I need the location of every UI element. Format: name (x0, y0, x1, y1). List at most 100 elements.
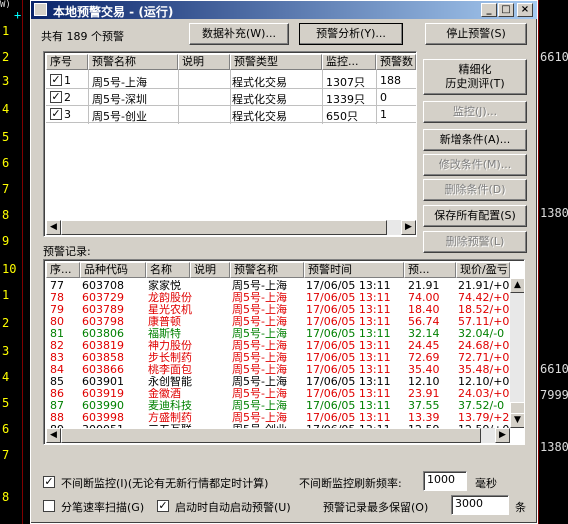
record-name: 方盛制药 (148, 412, 192, 424)
col-header-type[interactable]: 预警类型 (230, 54, 322, 70)
rec-col-current[interactable]: 现价/盈亏 (456, 262, 510, 278)
record-code: 603901 (82, 376, 124, 388)
table-row[interactable]: 84 603866 桃李面包 周5号-上海 17/06/05 13:11 35.40 35.… (46, 364, 509, 376)
enable-checkbox[interactable]: ✓ (50, 91, 62, 103)
record-alert: 周5号-上海 (232, 352, 287, 364)
rec-col-no[interactable]: 序... (46, 262, 80, 278)
table-row[interactable]: 88 603998 方盛制药 周5号-上海 17/06/05 13:11 13.39 13.… (46, 412, 509, 424)
scroll-right-icon[interactable]: ▶ (495, 428, 510, 443)
data-supplement-button[interactable]: 数据补充(W)... (189, 23, 289, 45)
price-value: 7999 (540, 388, 568, 402)
record-p: 72.69 (408, 352, 440, 364)
scroll-up-icon[interactable]: ▲ (510, 278, 524, 293)
table-row[interactable]: 83 603858 步长制药 周5号-上海 17/06/05 13:11 72.69 72.… (46, 352, 509, 364)
record-code: 603729 (82, 292, 124, 304)
record-name: 星光农机 (148, 304, 192, 316)
save-all-config-button[interactable]: 保存所有配置(S) (423, 205, 527, 227)
scroll-right-icon[interactable]: ▶ (401, 220, 416, 235)
scroll-left-icon[interactable]: ◀ (46, 428, 61, 443)
col-header-count[interactable]: 预警数 (376, 54, 416, 70)
alert-records-table: 序... 品种代码 名称 说明 预警名称 预警时间 预... 现价/盈亏 77 6… (43, 259, 525, 445)
rec-col-price[interactable]: 预... (404, 262, 456, 278)
stop-alert-button[interactable]: 停止预警(S) (425, 23, 527, 45)
refine-history-button[interactable]: 精细化 历史测评(T) (423, 59, 527, 95)
background-right-panel: 6610 1380 6610 7999 1380 (538, 0, 568, 524)
record-time: 17/06/05 13:11 (306, 352, 391, 364)
alert-count-label: 共有 189 个预警 (41, 28, 124, 44)
tick-scan-checkbox[interactable] (43, 500, 55, 512)
col-header-no[interactable]: 序号 (46, 54, 88, 70)
continuous-monitor-checkbox[interactable]: ✓ (43, 476, 55, 488)
record-time: 17/06/05 13:11 (306, 412, 391, 424)
record-time: 17/06/05 13:11 (306, 400, 391, 412)
top-fragment: W) (0, 0, 11, 10)
minimize-button[interactable]: _ (481, 3, 497, 17)
table-row[interactable]: 87 603990 麦迪科技 周5号-上海 17/06/05 13:11 37.55 37.… (46, 400, 508, 412)
scroll-thumb[interactable] (61, 220, 387, 235)
table-row[interactable]: 81 603806 福斯特 周5号-上海 17/06/05 13:11 32.14 32.0… (46, 328, 508, 340)
enable-checkbox[interactable]: ✓ (50, 74, 62, 86)
record-time: 17/06/05 13:11 (306, 280, 391, 292)
col-header-desc[interactable]: 说明 (178, 54, 230, 70)
price-value: 1380 (540, 206, 568, 220)
maximize-button[interactable]: □ (498, 3, 514, 17)
delete-alert-button[interactable]: 删除预警(L) (423, 231, 527, 253)
record-no: 82 (50, 340, 64, 352)
rec-col-time[interactable]: 预警时间 (304, 262, 404, 278)
grid-line (46, 105, 416, 106)
table-row[interactable]: 86 603919 金徽酒 周5号-上海 17/06/05 13:11 23.91 24.0… (46, 388, 509, 400)
col-header-name[interactable]: 预警名称 (88, 54, 178, 70)
records-horizontal-scrollbar[interactable]: ◀ ▶ (46, 428, 510, 443)
record-time: 17/06/05 13:11 (306, 376, 391, 388)
rec-col-code[interactable]: 品种代码 (80, 262, 146, 278)
delete-condition-button[interactable]: 删除条件(D) (423, 179, 527, 201)
auto-start-label: 启动时自动启动预警(U) (175, 501, 291, 514)
rec-col-desc[interactable]: 说明 (190, 262, 230, 278)
table-row[interactable]: 80 603798 康普顿 周5号-上海 17/06/05 13:11 56.74 57.1… (46, 316, 509, 328)
scroll-left-icon[interactable]: ◀ (46, 220, 61, 235)
price-value: 1380 (540, 440, 568, 454)
table-row[interactable]: ✓ 1 周5号-上海 程式化交易 1307只 188 (46, 72, 416, 89)
record-no: 78 (50, 292, 64, 304)
scroll-thumb[interactable] (61, 428, 481, 443)
record-p: 12.10 (408, 376, 440, 388)
rec-col-name[interactable]: 名称 (146, 262, 190, 278)
table-row[interactable]: 79 603789 星光农机 周5号-上海 17/06/05 13:11 18.40 18.… (46, 304, 509, 316)
row-count: 1 (380, 108, 387, 121)
rec-col-alert-name[interactable]: 预警名称 (230, 262, 304, 278)
window-title: 本地预警交易 - (运行) (53, 5, 174, 19)
app-icon (34, 3, 47, 16)
record-p: 32.14 (408, 328, 440, 340)
row-number: 3 (2, 74, 10, 88)
record-name: 步长制药 (148, 352, 192, 364)
scroll-down-icon[interactable]: ▼ (510, 413, 524, 428)
alert-analysis-button[interactable]: 预警分析(Y)... (299, 23, 403, 45)
table-row[interactable]: ✓ 3 周5号-创业 程式化交易 650只 1 (46, 106, 416, 123)
modify-condition-button[interactable]: 修改条件(M)... (423, 154, 527, 176)
col-header-monitor[interactable]: 监控... (322, 54, 376, 70)
table-row[interactable]: 85 603901 永创智能 周5号-上海 17/06/05 13:11 12.10 12.… (46, 376, 509, 388)
table-row[interactable]: 78 603729 龙韵股份 周5号-上海 17/06/05 13:11 74.00 74.… (46, 292, 509, 304)
record-time: 17/06/05 13:11 (306, 304, 391, 316)
close-button[interactable]: × (517, 3, 533, 17)
table-row[interactable]: 77 603708 家家悦 周5号-上海 17/06/05 13:11 21.91 21.9… (46, 280, 509, 292)
grid-line (322, 70, 323, 124)
refresh-frequency-input[interactable]: 1000 (423, 471, 467, 491)
row-number: 2 (2, 50, 10, 64)
table-row[interactable]: 82 603819 神力股份 周5号-上海 17/06/05 13:11 24.45 24.… (46, 340, 509, 352)
max-records-input[interactable]: 3000 (451, 495, 509, 515)
record-cur: 21.91/+0 (458, 280, 510, 292)
auto-start-checkbox[interactable]: ✓ (157, 500, 169, 512)
record-code: 603819 (82, 340, 124, 352)
max-records-label: 预警记录最多保留(O) (323, 501, 429, 514)
vertical-scrollbar[interactable]: ▲ ▼ (510, 278, 524, 428)
table-row[interactable]: ✓ 2 周5号-深圳 程式化交易 1339只 0 (46, 89, 416, 106)
record-name: 福斯特 (148, 328, 181, 340)
title-bar[interactable]: 本地预警交易 - (运行) _ □ × (31, 1, 537, 19)
horizontal-scrollbar[interactable]: ◀ ▶ (46, 220, 416, 235)
monitor-button[interactable]: 监控(J)... (423, 101, 527, 123)
row-no: 3 (64, 108, 71, 121)
enable-checkbox[interactable]: ✓ (50, 108, 62, 120)
add-condition-button[interactable]: 新增条件(A)... (423, 129, 527, 151)
continuous-monitor-label: 不间断监控(I)(无论有无新行情都定时计算) (61, 477, 269, 490)
